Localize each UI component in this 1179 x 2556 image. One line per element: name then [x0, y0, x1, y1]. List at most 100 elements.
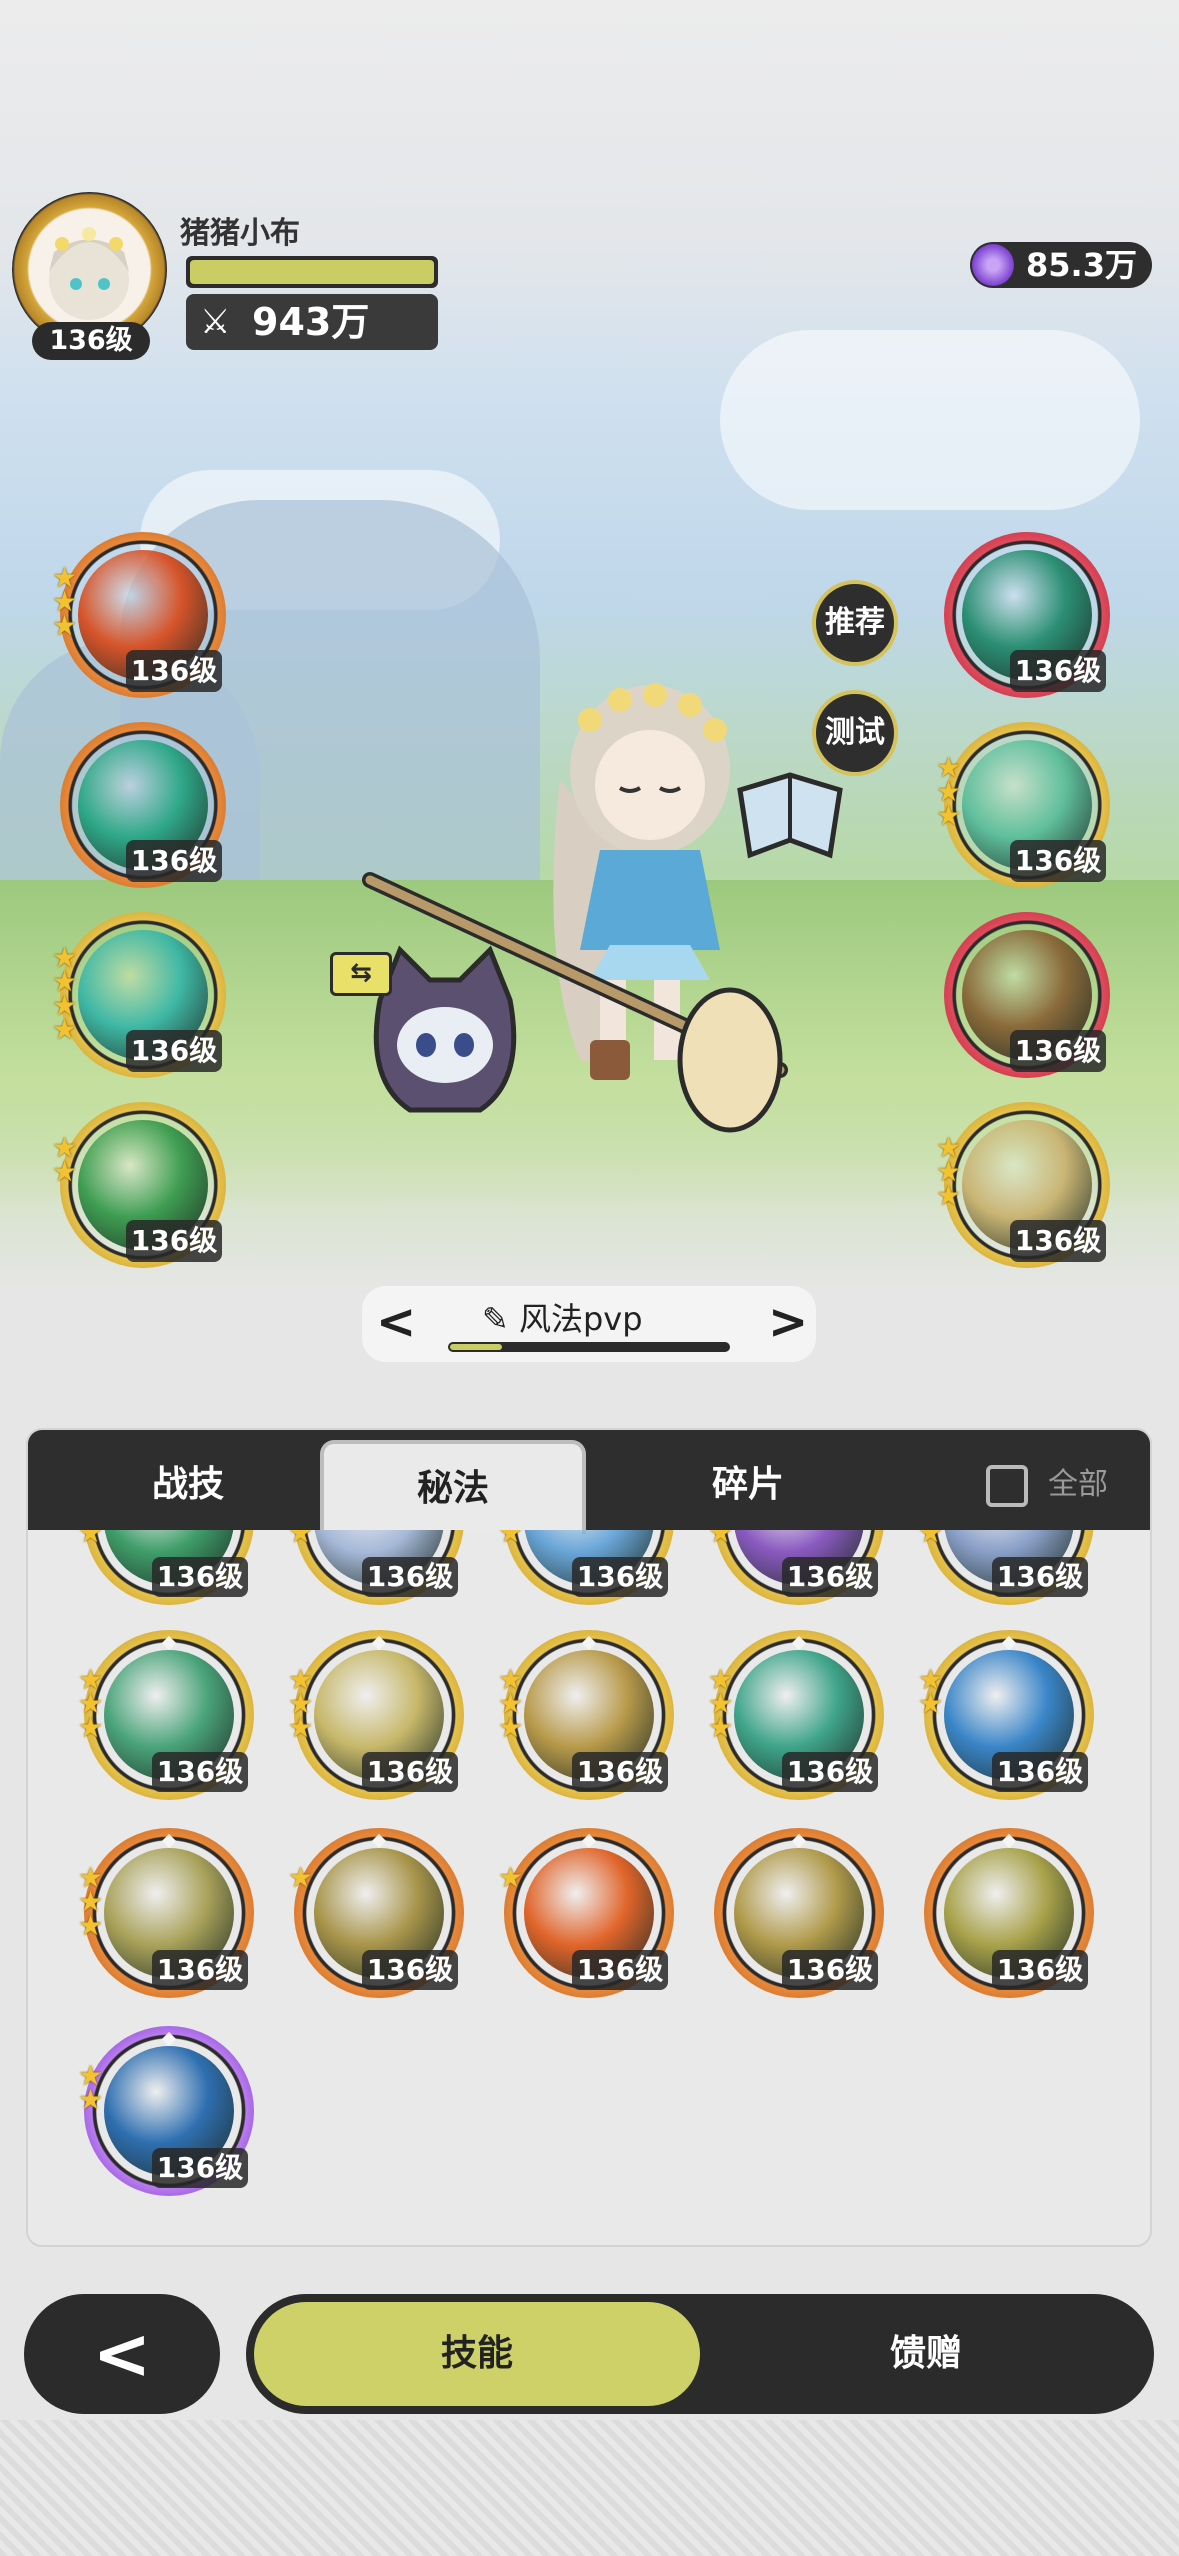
secret-art-skill[interactable]: ★ 136级	[288, 1828, 464, 1998]
recommend-button[interactable]: 推荐	[812, 580, 898, 666]
scene-skill-orb[interactable]: ★ ★ ★ ★ 136级	[52, 912, 226, 1078]
scene-skill-orb[interactable]: ★ ★ ★ 136级	[52, 532, 226, 698]
pin-marker	[1001, 1833, 1017, 1849]
tab-fragments[interactable]: 碎片	[628, 1440, 868, 1530]
scene-skill-orb[interactable]: 136级	[60, 722, 226, 888]
skill-level: 136级	[992, 1950, 1088, 1990]
skill-level: 136级	[572, 1752, 668, 1792]
currency-display[interactable]: 85.3万	[970, 242, 1152, 288]
preset-progress-fill	[450, 1344, 502, 1350]
skill-level: 136级	[782, 1752, 878, 1792]
skill-level: 136级	[782, 1557, 878, 1597]
cloud	[720, 330, 1140, 510]
chevron-left-icon[interactable]: <	[376, 1294, 416, 1350]
secret-art-skill[interactable]: ★ ★ 136级	[78, 2026, 254, 2196]
skill-panel: 战技 秘法 碎片 全部 ★★★136级★★★136级★★★136级★★★136级…	[26, 1428, 1152, 2247]
skill-level: 136级	[126, 1220, 222, 1262]
skill-level: 136级	[572, 1557, 668, 1597]
player-name: 猪猪小布	[180, 216, 300, 251]
star-rating: ★★★	[936, 1131, 962, 1212]
skill-level: 136级	[992, 1557, 1088, 1597]
pin-marker	[791, 1635, 807, 1651]
star-rating: ★★★	[288, 1530, 314, 1549]
star-rating: ★★★	[288, 1663, 314, 1744]
secret-art-skill[interactable]: ★★★ 136级	[78, 1530, 254, 1605]
pin-marker	[581, 1635, 597, 1651]
star-rating: ★★★	[78, 1861, 104, 1942]
tab-skills[interactable]: 技能	[254, 2302, 700, 2406]
show-all-label: 全部	[1048, 1467, 1108, 1502]
secret-art-skill[interactable]: ★★★ 136级	[78, 1630, 254, 1800]
tab-secret-arts[interactable]: 秘法	[320, 1440, 586, 1534]
pin-marker	[581, 1833, 597, 1849]
preset-selector: < ✎ 风法pvp >	[362, 1286, 816, 1362]
star-rating: ★★★	[498, 1663, 524, 1744]
secret-art-skill[interactable]: ★★★ 136级	[708, 1630, 884, 1800]
skill-level: 136级	[1010, 840, 1106, 882]
skill-level: 136级	[126, 1030, 222, 1072]
show-all-checkbox[interactable]	[986, 1465, 1028, 1507]
secret-art-skill[interactable]: ★★★ 136级	[288, 1530, 464, 1605]
star-rating: ★ ★ ★ ★	[52, 941, 78, 1046]
combat-power-value: 943万	[252, 300, 370, 344]
secret-art-skill[interactable]: ★★★ 136级	[288, 1630, 464, 1800]
secret-art-skill[interactable]: ★★★ 136级	[498, 1530, 674, 1605]
secret-art-skill[interactable]: 136级	[924, 1828, 1094, 1998]
bottom-pattern	[0, 2420, 1179, 2556]
pin-marker	[791, 1833, 807, 1849]
skill-level: 136级	[362, 1557, 458, 1597]
skill-level: 136级	[992, 1752, 1088, 1792]
skill-level: 136级	[782, 1950, 878, 1990]
combat-power: ⚔ 943万	[186, 294, 438, 350]
scene-skill-orb[interactable]: ★ ★ ★ 136级	[936, 722, 1110, 888]
pin-marker	[161, 1635, 177, 1651]
pin-marker	[371, 1833, 387, 1849]
star-rating: ★ ★	[918, 1663, 944, 1720]
scene-skill-orb[interactable]: 136级	[944, 912, 1110, 1078]
tab-combat-skills[interactable]: 战技	[68, 1440, 308, 1530]
magic-book-icon	[737, 772, 843, 859]
secret-art-skill[interactable]: ★★★ 136级	[918, 1530, 1094, 1605]
player-hp-bar	[186, 256, 438, 288]
preset-progress-bar	[448, 1342, 730, 1352]
secret-art-skill[interactable]: ★ 136级	[498, 1828, 674, 1998]
skill-level: 136级	[1010, 1220, 1106, 1262]
skill-tabs: 战技 秘法 碎片 全部	[28, 1430, 1150, 1534]
preset-name[interactable]: ✎ 风法pvp	[482, 1294, 643, 1340]
purple-gem-icon	[972, 244, 1014, 286]
star-rating: ★★★	[708, 1530, 734, 1549]
hp-fill	[190, 260, 434, 284]
skill-level: 136级	[572, 1950, 668, 1990]
star-rating: ★★★	[78, 1663, 104, 1744]
skill-level: 136级	[1010, 1030, 1106, 1072]
tab-gifts[interactable]: 馈赠	[706, 2302, 1146, 2406]
skill-grid: ★★★136级★★★136级★★★136级★★★136级★★★136级★★★13…	[28, 1530, 1150, 2245]
star-rating: ★ ★	[52, 1131, 78, 1188]
pin-marker	[371, 1635, 387, 1651]
skill-level: 136级	[152, 1752, 248, 1792]
star-rating: ★	[498, 1861, 524, 1894]
skill-level: 136级	[362, 1752, 458, 1792]
star-rating: ★★★	[708, 1663, 734, 1744]
pin-marker	[1001, 1635, 1017, 1651]
secret-art-skill[interactable]: ★★★ 136级	[498, 1630, 674, 1800]
star-rating: ★★★	[918, 1530, 944, 1549]
pin-marker	[161, 2031, 177, 2047]
star-rating: ★ ★	[78, 2059, 104, 2116]
skill-level: 136级	[126, 650, 222, 692]
secret-art-skill[interactable]: ★ ★ 136级	[918, 1630, 1094, 1800]
secret-art-skill[interactable]: ★★★ 136级	[78, 1828, 254, 1998]
back-button[interactable]: <	[24, 2294, 220, 2414]
swap-pet-button[interactable]: ⇆	[330, 952, 392, 996]
skill-level: 136级	[1010, 650, 1106, 692]
chevron-right-icon[interactable]: >	[768, 1294, 808, 1350]
secret-art-skill[interactable]: ★★★ 136级	[708, 1530, 884, 1605]
skill-level: 136级	[362, 1950, 458, 1990]
star-rating: ★	[288, 1861, 314, 1894]
secret-art-skill[interactable]: 136级	[714, 1828, 884, 1998]
scene-skill-orb[interactable]: ★ ★ ★ 136级	[936, 1102, 1110, 1268]
scene-skill-orb[interactable]: 136级	[944, 532, 1110, 698]
scene-skill-orb[interactable]: ★ ★ 136级	[52, 1102, 226, 1268]
skill-level: 136级	[152, 2148, 248, 2188]
bottom-tab-switch: 技能 馈赠	[246, 2294, 1154, 2414]
